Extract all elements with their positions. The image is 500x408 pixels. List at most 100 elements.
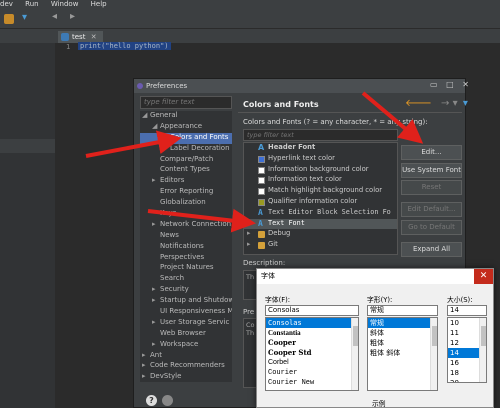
back-icon[interactable]: 🡐: [405, 98, 432, 109]
scrollbar-thumb[interactable]: [353, 326, 358, 346]
tree-item[interactable]: UI Responsiveness M: [140, 307, 232, 318]
tree-item[interactable]: ▸ User Storage Servic: [140, 318, 232, 329]
tree-item[interactable]: Perspectives: [140, 253, 232, 264]
tree-item[interactable]: News: [140, 231, 232, 242]
expand-twisty-icon[interactable]: ▸: [247, 240, 250, 248]
toolbar-icon-a[interactable]: [4, 14, 14, 24]
color-font-item[interactable]: A Text Font: [244, 218, 397, 230]
list-item[interactable]: Constantia: [266, 328, 358, 338]
expand-twisty-icon[interactable]: ▸: [152, 318, 160, 326]
edit-default-button[interactable]: Edit Default...: [401, 202, 462, 217]
expand-twisty-icon[interactable]: ◢: [152, 122, 160, 130]
forward-arrow-icon[interactable]: ▸: [70, 11, 75, 22]
colors-fonts-filter-input[interactable]: type filter text: [243, 129, 398, 141]
tree-item[interactable]: Compare/Patch: [140, 155, 232, 166]
tree-item[interactable]: Error Reporting: [140, 187, 232, 198]
color-font-item[interactable]: A Header Font: [244, 143, 397, 154]
maximize-icon[interactable]: □: [446, 80, 454, 89]
scrollbar-thumb[interactable]: [432, 326, 437, 346]
list-item[interactable]: 斜体: [368, 328, 437, 338]
list-item[interactable]: 粗体: [368, 338, 437, 348]
category-folder-item[interactable]: ▸ Debug: [244, 229, 397, 240]
minimize-icon[interactable]: ▭: [430, 80, 438, 89]
preferences-tree[interactable]: ◢ General ◢ Appearance Colors and Fonts Label…: [140, 111, 232, 382]
expand-twisty-icon[interactable]: ▸: [142, 361, 150, 369]
expand-twisty-icon[interactable]: ▸: [152, 220, 160, 228]
reset-button[interactable]: Reset: [401, 180, 462, 195]
expand-twisty-icon[interactable]: ▸: [142, 372, 150, 380]
font-size-list[interactable]: 10 11 12 14 16 18 20: [447, 317, 487, 383]
help-icon[interactable]: ?: [146, 395, 157, 406]
tree-item[interactable]: ▸ Code Recommenders: [140, 361, 232, 372]
expand-twisty-icon[interactable]: ▸: [152, 176, 160, 184]
use-system-font-button[interactable]: Use System Font: [401, 163, 462, 178]
forward-icon[interactable]: →: [441, 98, 449, 109]
tree-item[interactable]: Search: [140, 274, 232, 285]
menu-item-help[interactable]: Help: [91, 0, 107, 8]
menu-icon[interactable]: ▾: [463, 98, 468, 109]
menu-item-dev[interactable]: dev: [0, 0, 13, 8]
close-icon[interactable]: ✕: [474, 269, 493, 284]
tree-item[interactable]: Content Types: [140, 165, 232, 176]
go-to-default-button[interactable]: Go to Default: [401, 220, 462, 235]
tree-item[interactable]: Project Natures: [140, 263, 232, 274]
chevron-down-icon[interactable]: ▾: [453, 98, 458, 109]
tree-item[interactable]: ▸ Ant: [140, 351, 232, 362]
tree-item[interactable]: ▸ Editors: [140, 176, 232, 187]
colors-fonts-tree[interactable]: A Header Font Hyperlink text color Informat…: [243, 142, 398, 255]
tree-item[interactable]: Keys: [140, 209, 232, 220]
font-name-input[interactable]: Consolas: [265, 305, 359, 316]
expand-twisty-icon[interactable]: ▸: [152, 296, 160, 304]
pin-icon[interactable]: ▾: [22, 12, 27, 23]
color-font-item[interactable]: Information background color: [244, 165, 397, 176]
expand-all-button[interactable]: Expand All: [401, 242, 462, 257]
font-style-input[interactable]: 常规: [367, 305, 438, 316]
tree-item[interactable]: Globalization: [140, 198, 232, 209]
color-font-item[interactable]: Match highlight background color: [244, 186, 397, 197]
tree-item[interactable]: ▸ Workspace: [140, 340, 232, 351]
font-style-list[interactable]: 常规 斜体 粗体 粗体 斜体: [367, 317, 438, 391]
import-icon[interactable]: [162, 395, 173, 406]
tree-item[interactable]: Colors and Fonts: [140, 132, 232, 144]
scrollbar[interactable]: [351, 318, 358, 390]
category-folder-item[interactable]: ▸ Git: [244, 240, 397, 251]
expand-twisty-icon[interactable]: ▸: [152, 340, 160, 348]
expand-twisty-icon[interactable]: ▸: [152, 285, 160, 293]
back-arrow-icon[interactable]: ◂: [52, 11, 57, 22]
tree-item[interactable]: Label Decoration: [140, 144, 232, 155]
code-line[interactable]: print("hello python"): [78, 42, 171, 50]
menu-item-run[interactable]: Run: [25, 0, 38, 8]
expand-twisty-icon[interactable]: ◢: [142, 111, 150, 119]
list-item[interactable]: 常规: [368, 318, 437, 328]
tree-item[interactable]: ◢ Appearance: [140, 122, 232, 133]
tree-item[interactable]: Web Browser: [140, 329, 232, 340]
close-icon[interactable]: ✕: [91, 33, 97, 41]
font-name-list[interactable]: Consolas Constantia Cooper Cooper Std Corbel…: [265, 317, 359, 391]
edit-button[interactable]: Edit...: [401, 145, 462, 160]
color-font-item[interactable]: Hyperlink text color: [244, 154, 397, 165]
tree-item[interactable]: ▸ Security: [140, 285, 232, 296]
close-window-icon[interactable]: ✕: [462, 80, 469, 89]
list-item[interactable]: Consolas: [266, 318, 358, 328]
list-item[interactable]: Cooper: [266, 338, 358, 348]
tree-item[interactable]: ▸ Startup and Shutdown: [140, 296, 232, 307]
color-font-item[interactable]: Qualifier information color: [244, 197, 397, 208]
list-item[interactable]: 粗体 斜体: [368, 348, 437, 358]
tree-item[interactable]: ◢ General: [140, 111, 232, 122]
preferences-filter-input[interactable]: type filter text: [140, 96, 232, 109]
scrollbar[interactable]: [479, 318, 486, 382]
tree-item[interactable]: Notifications: [140, 242, 232, 253]
tree-item[interactable]: ▸ DevStyle: [140, 372, 232, 382]
list-item[interactable]: Courier: [266, 368, 358, 378]
list-item[interactable]: Courier New: [266, 378, 358, 388]
menu-item-window[interactable]: Window: [51, 0, 79, 8]
scrollbar-thumb[interactable]: [481, 326, 486, 346]
list-item[interactable]: Corbel: [266, 358, 358, 368]
font-size-input[interactable]: 14: [447, 305, 487, 316]
color-font-item[interactable]: Information text color: [244, 175, 397, 186]
scrollbar[interactable]: [430, 318, 437, 390]
expand-twisty-icon[interactable]: ▸: [247, 229, 250, 237]
tree-item[interactable]: ▸ Network Connection: [140, 220, 232, 231]
color-font-item[interactable]: A Text Editor Block Selection Fo: [244, 208, 397, 219]
list-item[interactable]: Cooper Std: [266, 348, 358, 358]
